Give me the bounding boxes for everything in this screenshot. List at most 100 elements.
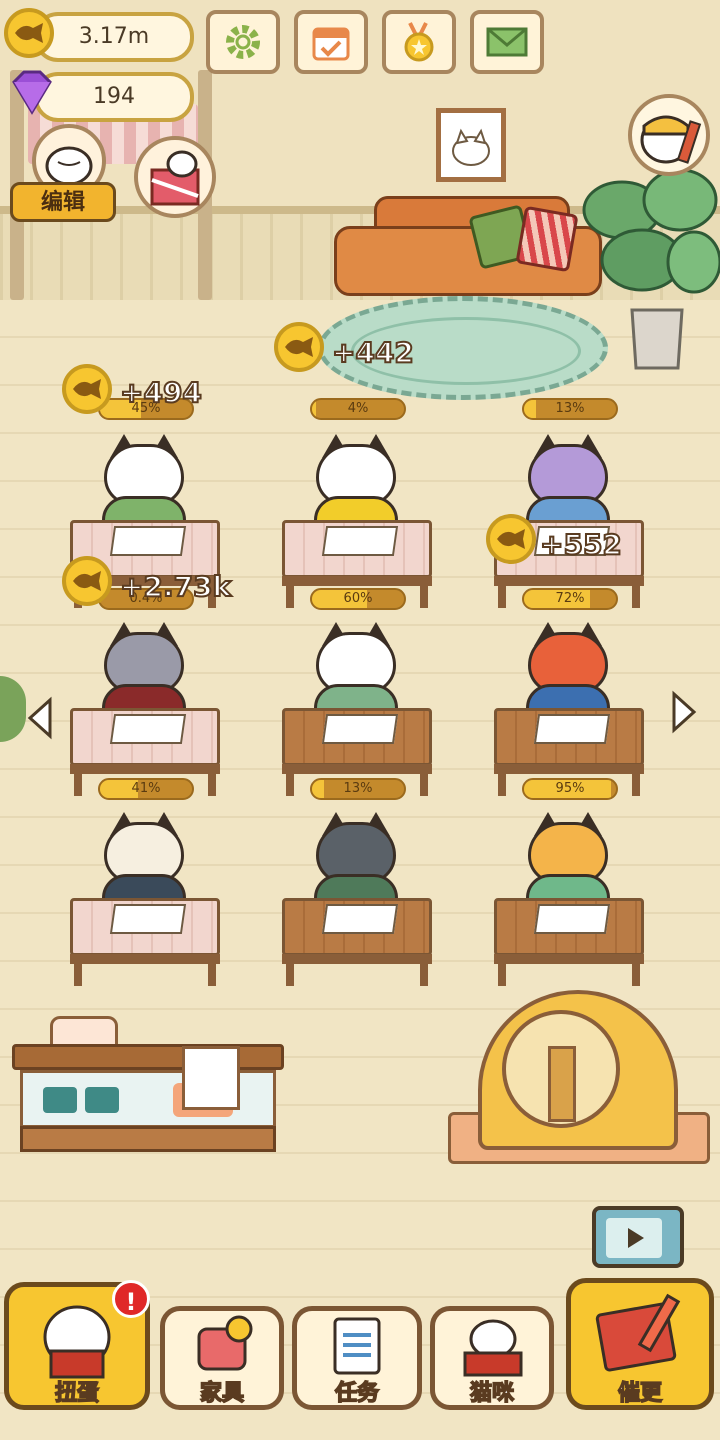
cats-button[interactable]: 猫咪 — [430, 1306, 554, 1410]
desk-rail — [494, 954, 644, 964]
catch-up-button[interactable]: 催更 — [566, 1278, 714, 1410]
desk-leg — [498, 770, 506, 796]
desk-leg — [498, 582, 506, 608]
desk-leg — [420, 582, 428, 608]
progress-text: 4% — [347, 401, 369, 416]
fish-icon — [497, 529, 525, 549]
canned-food — [43, 1087, 77, 1113]
mail-button[interactable] — [470, 10, 544, 74]
fish-icon — [15, 23, 43, 43]
paper-sheet — [533, 714, 611, 744]
cat-book-icon — [463, 1319, 523, 1377]
edit-label: 编辑 — [40, 190, 85, 215]
fish-coin-icon — [62, 556, 112, 606]
cat-wheel[interactable] — [448, 984, 710, 1198]
desk-leg — [286, 960, 294, 986]
tasks-button[interactable]: 任务 — [292, 1306, 422, 1410]
paw-sign — [182, 1046, 240, 1110]
cat-portrait-icon — [452, 128, 490, 166]
desk-leg — [498, 960, 506, 986]
book-pencil-icon — [595, 1293, 681, 1372]
reward-amount: +2.73k — [119, 569, 232, 604]
calendar-check-icon — [312, 27, 350, 61]
desk-rail — [282, 764, 432, 774]
chevron-left-icon — [27, 696, 52, 740]
calendar-button[interactable] — [294, 10, 368, 74]
prev-room-button[interactable] — [24, 696, 54, 740]
desk-leg — [632, 960, 640, 986]
paper-sheet — [109, 904, 187, 934]
furniture-label: 家具 — [199, 1380, 245, 1407]
fish-icon — [285, 337, 313, 357]
progress-text: 72% — [555, 591, 585, 606]
gear-icon — [226, 25, 260, 59]
progress-text: 13% — [555, 401, 585, 416]
striped-cushion — [515, 205, 579, 273]
desk-leg — [208, 770, 216, 796]
medal-icon — [404, 22, 434, 62]
play-icon — [606, 1218, 662, 1258]
fish-icon — [73, 379, 101, 399]
achievements-button[interactable] — [382, 10, 456, 74]
desk-leg — [632, 582, 640, 608]
desk-leg — [74, 960, 82, 986]
desk-leg — [420, 960, 428, 986]
reward-amount: +442 — [331, 335, 415, 370]
snack-cabinet[interactable] — [12, 1016, 284, 1164]
desk-rail — [494, 764, 644, 774]
chevron-right-icon — [672, 690, 697, 734]
desk-rail — [70, 954, 220, 964]
furniture-button[interactable]: 家具 — [160, 1306, 284, 1410]
desk-leg — [74, 770, 82, 796]
fish-coin-icon — [4, 8, 54, 58]
edit-button[interactable]: 编辑 — [10, 182, 116, 222]
watch-ad-tv-button[interactable] — [592, 1206, 684, 1268]
desk-rail — [494, 576, 644, 586]
fish-coin-icon — [486, 514, 536, 564]
armchair-icon — [197, 1315, 253, 1371]
desk-rail — [70, 764, 220, 774]
progress-text: 95% — [555, 781, 585, 796]
canned-food — [85, 1087, 119, 1113]
catch-up-label: 催更 — [617, 1380, 663, 1407]
paper-sheet — [109, 526, 187, 556]
fish-icon — [73, 571, 101, 591]
writer-cat-icon — [640, 115, 702, 164]
progress-text: 60% — [343, 591, 373, 606]
progress-text: 41% — [131, 781, 161, 796]
cats-label: 猫咪 — [469, 1380, 515, 1407]
desk-leg — [420, 770, 428, 796]
desk-leg — [286, 582, 294, 608]
paper-sheet — [321, 904, 399, 934]
paper-sheet — [109, 714, 187, 744]
envelope-icon — [486, 27, 528, 57]
tasks-label: 任务 — [334, 1380, 380, 1407]
paper-sheet — [533, 904, 611, 934]
desk-leg — [632, 770, 640, 796]
potted-plant[interactable] — [582, 150, 720, 370]
progress-text: 13% — [343, 781, 373, 796]
next-room-button[interactable] — [670, 690, 700, 734]
cat-picture-frame — [436, 108, 506, 182]
desk-leg — [208, 960, 216, 986]
writer-cat-bubble[interactable] — [628, 94, 710, 176]
desk-rail — [282, 576, 432, 586]
fish-amount: 3.17m — [78, 24, 150, 49]
desk-rail — [282, 954, 432, 964]
paper-sheet — [321, 526, 399, 556]
fish-coin-icon — [62, 364, 112, 414]
settings-button[interactable] — [206, 10, 280, 74]
gacha-label: 扭蛋 — [54, 1380, 100, 1407]
reward-amount: +494 — [119, 375, 203, 410]
paper-sheet — [321, 714, 399, 744]
fish-coin-icon — [274, 322, 324, 372]
gem-currency-pill: 194 — [34, 72, 194, 122]
alert-badge-icon: ! — [112, 1280, 150, 1318]
reward-amount: +552 — [539, 527, 623, 562]
gem-icon — [6, 68, 58, 116]
desk-leg — [286, 770, 294, 796]
orange-sofa[interactable] — [334, 196, 602, 306]
shop-cat-portrait[interactable] — [134, 136, 216, 218]
clipboard-icon — [333, 1317, 381, 1375]
fish-currency-pill: 3.17m — [34, 12, 194, 62]
